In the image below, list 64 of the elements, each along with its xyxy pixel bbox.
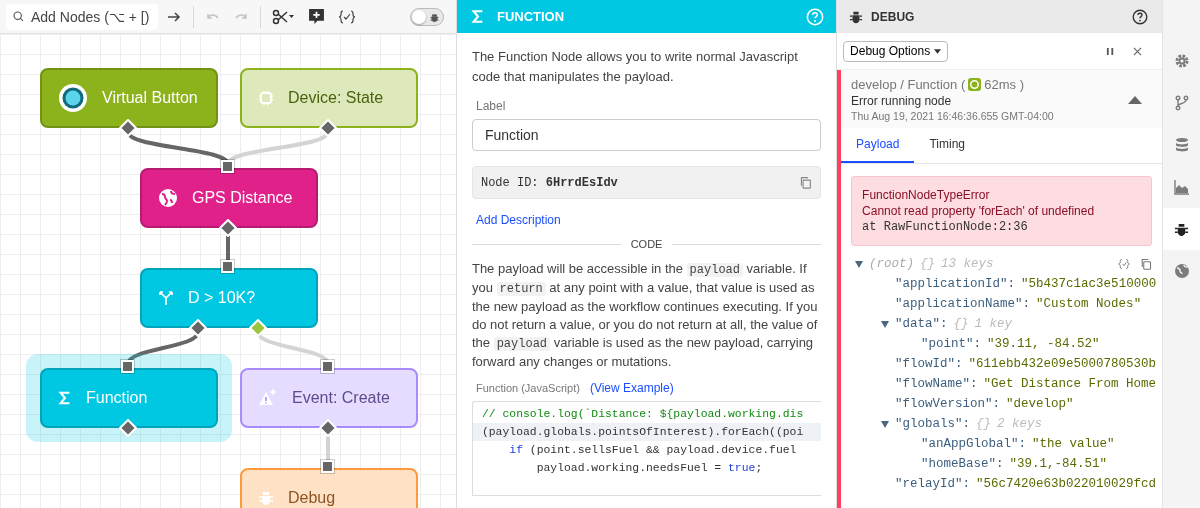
search-field[interactable]: Add Nodes (⌥ + [) <box>6 3 158 30</box>
json-value: "56c7420e63b022010029fcd <box>976 477 1157 491</box>
view-example-link[interactable]: (View Example) <box>589 381 674 395</box>
json-value: "611ebb432e09e5000780530b <box>968 357 1157 371</box>
code-editor[interactable]: // console.log(`Distance: ${payload.working.dis (payload.globals.pointsOfInterest).forEach((poi if (point.sellsFuel && payload.device.fuel payload.working.needsFuel = true; <box>471 401 822 496</box>
node-label: GPS Distance <box>192 189 293 207</box>
json-key: "relayId": <box>895 477 971 491</box>
node-label: Device: State <box>288 89 384 107</box>
workflow-node[interactable]: Debug <box>240 468 418 508</box>
json-key-count: 1 key <box>974 317 1013 331</box>
json-key: "globals": <box>895 417 971 431</box>
json-key: "anAppGlobal": <box>921 437 1027 451</box>
code-line: payload.working.needsFuel = true; <box>535 461 764 476</box>
workflow-node[interactable]: GPS Distance <box>140 168 318 228</box>
json-value: "Get Distance From Home <box>983 377 1157 391</box>
node-label: Debug <box>288 489 336 507</box>
field-label: Function (JavaScript) <box>475 382 580 394</box>
json-key: "flowId": <box>895 357 963 371</box>
entry-duration: 62ms ) <box>984 77 1024 92</box>
json-key: "flowName": <box>895 377 978 391</box>
json-key: "applicationName": <box>895 297 1031 311</box>
json-value: "develop" <box>1006 397 1074 411</box>
tab[interactable]: Payload <box>841 128 915 163</box>
json-key: "homeBase": <box>921 457 1004 471</box>
json-key: "data": <box>895 317 948 331</box>
entry-message: Error running node <box>851 94 953 108</box>
tab[interactable]: Timing <box>914 128 980 163</box>
label-input[interactable]: Function <box>471 119 822 151</box>
json-value: "Custom Nodes" <box>1036 297 1142 311</box>
workflow-node[interactable]: Event: Create <box>240 368 418 428</box>
panel-title: DEBUG <box>871 9 915 24</box>
json-value: "39.11, -84.52" <box>987 337 1100 351</box>
panel-title: FUNCTION <box>496 9 565 24</box>
error-message: Cannot read property 'forEach' of undefined <box>862 203 1096 219</box>
section-heading: CODE <box>630 238 663 250</box>
json-type: {} <box>953 317 969 331</box>
node-label: Virtual Button <box>102 89 198 107</box>
json-key: "applicationId": <box>895 277 1016 291</box>
field-label: Label <box>475 99 507 113</box>
description-text: The Function Node allows you to write normal Javascript code that manipulates the payload. <box>471 48 799 86</box>
entry-path: develop / Function ( <box>851 77 966 92</box>
json-key: (root) <box>869 257 915 271</box>
json-type: {} <box>920 257 936 271</box>
node-label: Function <box>86 389 148 407</box>
error-location: at RawFunctionNode:2:36 <box>862 219 1029 235</box>
code-line: if (point.sellsFuel && payload.device.fuel <box>508 443 798 458</box>
node-id-text: Node ID: 6HrrdEsIdv <box>480 175 618 190</box>
entry-timestamp: Thu Aug 19, 2021 16:46:36.655 GMT-04:00 <box>851 110 1055 122</box>
error-name: FunctionNodeTypeError <box>862 187 991 203</box>
json-value: "5b437c1ac3e510000 <box>1021 277 1157 291</box>
debug-options-button[interactable]: Debug Options <box>843 40 949 62</box>
json-type: {} <box>976 417 992 431</box>
json-key: "flowVersion": <box>895 397 1001 411</box>
json-key-count: 13 keys <box>941 257 994 271</box>
add-description-link[interactable]: Add Description <box>475 213 561 227</box>
help-paragraph: The payload will be accessible in the payload variable. If you return at any point with a value, that value is used as the new payload as the workflow continues executing. If you do not return a value, or you do not return at all, the value of the payload variable is used as the new payload, carrying forward any changes or mutations. <box>471 260 819 371</box>
workflow-node[interactable]: Device: State <box>240 68 418 128</box>
node-label: Event: Create <box>292 389 390 407</box>
node-label: D > 10K? <box>188 289 256 307</box>
code-line: // console.log(`Distance: ${payload.working.dis <box>480 407 805 422</box>
json-value: "39.1,-84.51" <box>1009 457 1108 471</box>
json-value: "the value" <box>1032 437 1115 451</box>
json-key-count: 2 keys <box>997 417 1043 431</box>
json-key: "point": <box>921 337 982 351</box>
